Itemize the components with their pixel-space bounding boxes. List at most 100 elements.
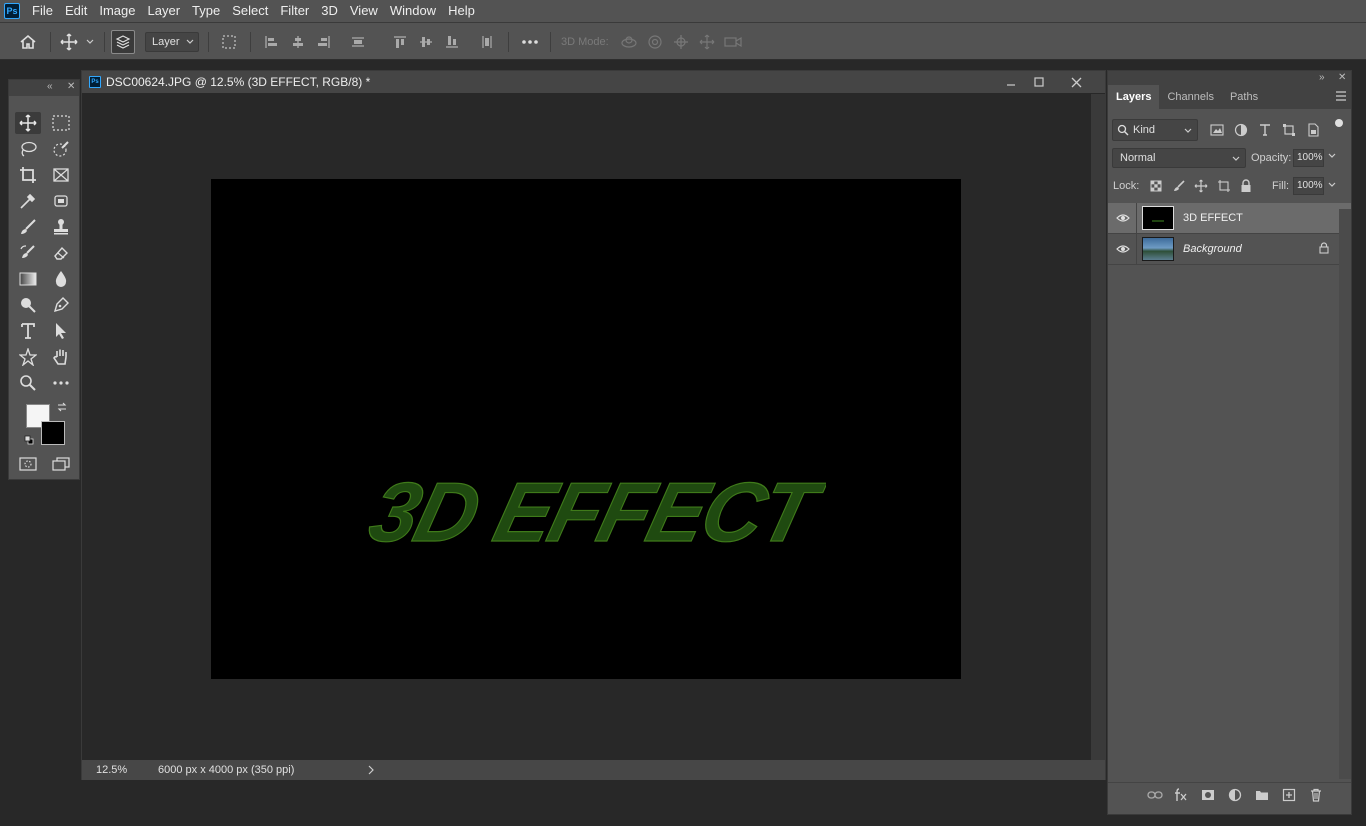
align-left-icon[interactable] [262,23,280,61]
align-bottom-icon[interactable] [443,23,461,61]
tab-channels[interactable]: Channels [1159,85,1221,109]
gradient-icon[interactable] [15,268,41,290]
background-color-swatch[interactable] [41,421,65,445]
pixel-filter-icon[interactable] [1210,123,1224,137]
shape-icon[interactable] [15,346,41,368]
menu-file[interactable]: File [26,0,59,22]
canvas-area[interactable]: 3D EFFECT [86,94,1086,760]
layer-name[interactable]: 3D EFFECT [1183,203,1243,233]
more-tools-icon[interactable] [48,372,74,394]
blur-icon[interactable] [48,268,74,290]
zoom-level[interactable]: 12.5% [82,764,140,776]
screen-mode-icon[interactable] [48,453,74,475]
swap-colors-icon[interactable] [56,401,68,413]
quick-selection-icon[interactable] [48,138,74,160]
filter-kind-dropdown[interactable]: Kind [1112,119,1198,141]
menu-select[interactable]: Select [226,0,274,22]
lock-position-icon[interactable] [1194,179,1208,193]
menu-3d[interactable]: 3D [315,0,344,22]
lock-artboard-icon[interactable] [1217,179,1231,193]
menu-layer[interactable]: Layer [142,0,187,22]
patch-icon[interactable] [48,190,74,212]
maximize-icon[interactable] [1025,71,1053,93]
chevron-down-icon[interactable] [84,23,96,61]
more-options-icon[interactable] [519,23,541,61]
collapse-panel-icon[interactable]: « [47,82,53,92]
smart-object-filter-icon[interactable] [1306,123,1320,137]
eye-icon[interactable] [1116,244,1130,254]
lock-pixels-icon[interactable] [1172,179,1186,193]
transform-controls-icon[interactable] [219,23,239,61]
chevron-down-icon[interactable] [1328,153,1336,159]
lock-all-icon[interactable] [1239,179,1253,193]
menu-help[interactable]: Help [442,0,481,22]
close-icon[interactable] [1062,71,1090,93]
brush-icon[interactable] [15,216,41,238]
path-selection-icon[interactable] [48,320,74,342]
chevron-right-icon[interactable] [368,765,374,775]
hand-icon[interactable] [48,346,74,368]
roll-3d-icon[interactable] [645,23,665,61]
panel-menu-icon[interactable] [1335,91,1347,101]
close-panel-icon[interactable]: ✕ [1338,72,1346,83]
collapse-panel-icon[interactable]: » [1319,72,1325,83]
menu-view[interactable]: View [344,0,384,22]
dodge-icon[interactable] [15,294,41,316]
align-center-icon[interactable] [289,23,307,61]
stamp-icon[interactable] [48,216,74,238]
quick-mask-icon[interactable] [15,453,41,475]
layer-name[interactable]: Background [1183,234,1242,264]
close-panel-icon[interactable]: ✕ [67,82,75,92]
delete-layer-icon[interactable] [1308,787,1324,803]
history-brush-icon[interactable] [15,242,41,264]
lasso-icon[interactable] [15,138,41,160]
zoom-icon[interactable] [15,372,41,394]
document-tab[interactable]: Ps DSC00624.JPG @ 12.5% (3D EFFECT, RGB/… [82,71,1105,93]
shape-filter-icon[interactable] [1282,123,1296,137]
eraser-icon[interactable] [48,242,74,264]
adjustment-layer-icon[interactable] [1227,787,1243,803]
menu-type[interactable]: Type [186,0,226,22]
align-right-icon[interactable] [315,23,333,61]
fill-input[interactable]: 100% [1293,177,1324,195]
new-group-icon[interactable] [1254,787,1270,803]
tab-paths[interactable]: Paths [1222,85,1266,109]
layers-scrollbar[interactable] [1339,209,1351,779]
crop-icon[interactable] [15,164,41,186]
default-colors-icon[interactable] [24,435,34,445]
orbit-3d-icon[interactable] [619,23,639,61]
document-canvas[interactable]: 3D EFFECT [211,179,961,679]
layer-row-3d-effect[interactable]: 3D EFFECT [1108,203,1351,234]
auto-select-icon[interactable] [110,23,136,61]
auto-select-target-dropdown[interactable]: Layer [145,32,199,52]
distribute-horizontal-icon[interactable] [478,23,496,61]
distribute-vertical-icon[interactable] [349,23,367,61]
type-icon[interactable] [15,320,41,342]
new-layer-icon[interactable] [1281,787,1297,803]
opacity-input[interactable]: 100% [1293,149,1324,167]
layer-row-background[interactable]: Background [1108,234,1351,265]
add-mask-icon[interactable] [1200,787,1216,803]
menu-window[interactable]: Window [384,0,442,22]
blend-mode-dropdown[interactable]: Normal [1112,148,1246,168]
lock-transparent-icon[interactable] [1149,179,1163,193]
move-tool-preset-icon[interactable] [58,23,80,61]
minimize-icon[interactable] [997,71,1025,93]
adjustment-filter-icon[interactable] [1234,123,1248,137]
vertical-scrollbar[interactable] [1091,94,1105,760]
scale-3d-camera-icon[interactable] [723,23,743,61]
frame-icon[interactable] [48,164,74,186]
slide-3d-icon[interactable] [697,23,717,61]
align-top-icon[interactable] [391,23,409,61]
eye-icon[interactable] [1116,213,1130,223]
tab-layers[interactable]: Layers [1108,85,1160,109]
home-icon[interactable] [16,23,40,61]
move-icon[interactable] [15,112,41,134]
align-middle-icon[interactable] [417,23,435,61]
menu-filter[interactable]: Filter [274,0,315,22]
menu-edit[interactable]: Edit [59,0,93,22]
chevron-down-icon[interactable] [1328,182,1336,188]
filter-toggle[interactable] [1335,119,1343,127]
pen-icon[interactable] [48,294,74,316]
menu-image[interactable]: Image [93,0,141,22]
